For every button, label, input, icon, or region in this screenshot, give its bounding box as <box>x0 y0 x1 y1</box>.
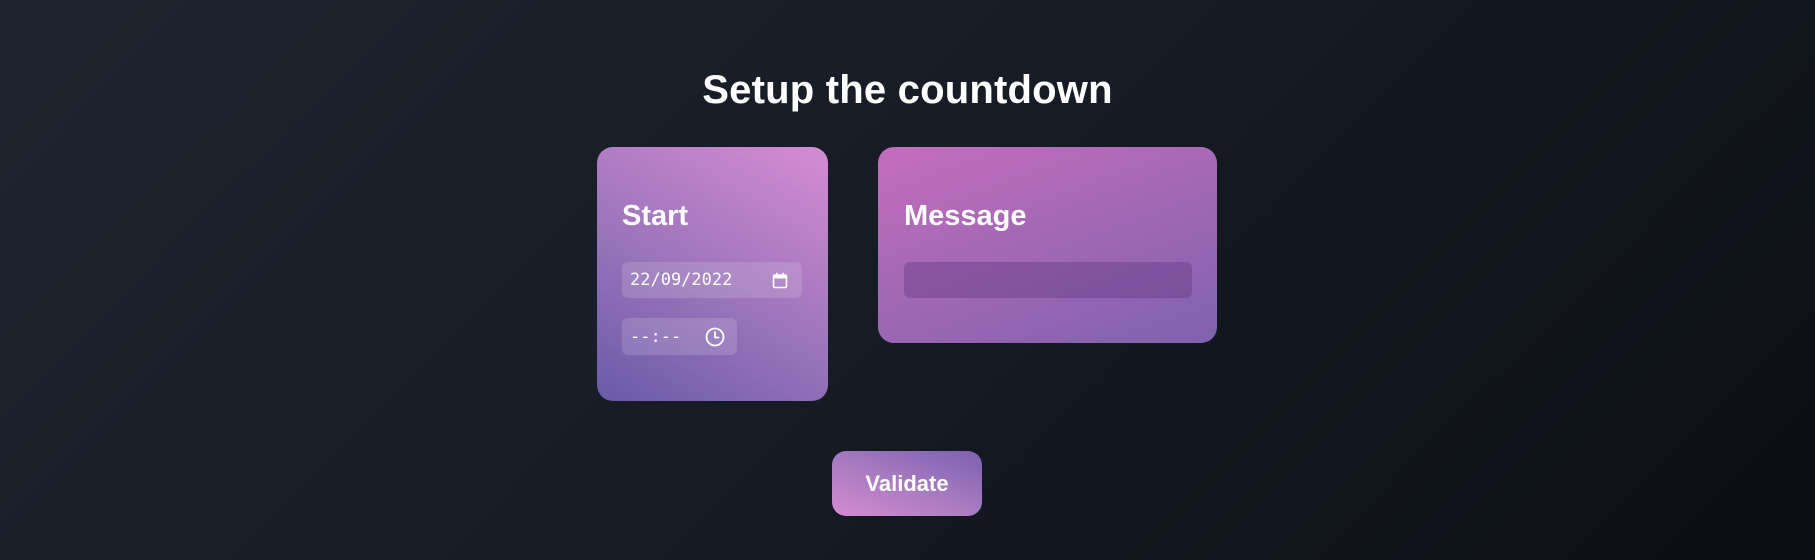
calendar-icon[interactable] <box>770 270 790 290</box>
validate-button[interactable]: Validate <box>832 451 982 516</box>
page-title: Setup the countdown <box>702 68 1113 112</box>
start-date-input[interactable]: 22/09/2022 <box>622 262 802 298</box>
start-time-value: --:-- <box>630 326 682 347</box>
clock-icon[interactable] <box>705 327 725 347</box>
message-card-title: Message <box>904 200 1027 232</box>
start-date-value: 22/09/2022 <box>630 270 733 290</box>
start-card: Start 22/09/2022 --:-- <box>597 147 828 401</box>
message-input[interactable] <box>904 262 1192 298</box>
start-time-input[interactable]: --:-- <box>622 318 737 355</box>
message-card: Message <box>878 147 1217 343</box>
start-card-title: Start <box>622 200 689 232</box>
